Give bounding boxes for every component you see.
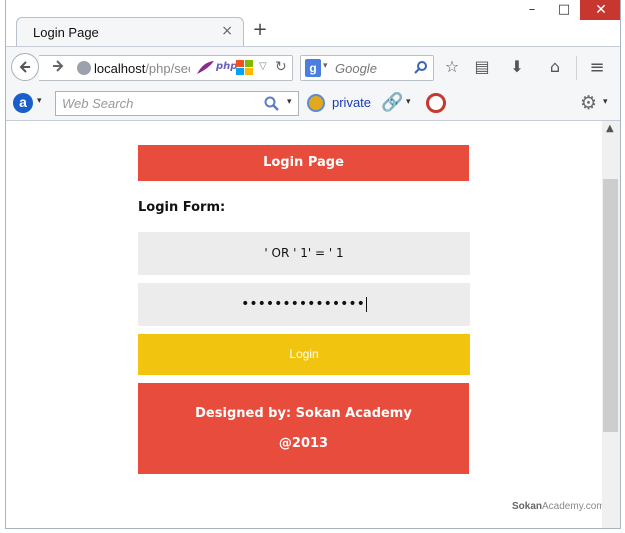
scroll-thumb[interactable]: [603, 179, 618, 432]
menu-icon[interactable]: ≡: [586, 57, 608, 79]
web-search-magnifier-icon[interactable]: [264, 96, 280, 112]
text-caret: [365, 296, 367, 312]
settings-icon[interactable]: ⚙: [580, 92, 597, 114]
close-window-button[interactable]: ✕: [580, 0, 620, 20]
password-mask: •••••••••••••••: [241, 296, 365, 312]
search-placeholder: Google: [335, 61, 377, 76]
windows-icon[interactable]: [236, 60, 254, 76]
form-title: Login Form:: [138, 200, 226, 215]
back-arrow-icon[interactable]: [11, 53, 39, 81]
link-dropdown-icon[interactable]: ▾: [406, 97, 411, 107]
toolbar-divider: [576, 56, 577, 80]
search-engine-dropdown-icon[interactable]: ▾: [323, 61, 328, 71]
minimize-button[interactable]: –: [518, 2, 546, 22]
new-tab-button[interactable]: +: [250, 19, 270, 40]
watermark-rest: Academy.com: [542, 501, 605, 512]
tab-close-icon[interactable]: ×: [221, 23, 233, 39]
link-icon[interactable]: 🔗: [381, 92, 403, 113]
web-search-placeholder: Web Search: [62, 96, 134, 111]
browser-window: Login Page × + – □ ✕ localhost/php/sec p…: [5, 0, 621, 529]
url-host: localhost: [94, 61, 146, 76]
url-path: /php/sec: [145, 61, 190, 76]
maximize-button[interactable]: □: [550, 2, 578, 22]
php-icon[interactable]: php: [216, 61, 237, 72]
search-bar[interactable]: g ▾ Google: [300, 55, 434, 81]
title-bar: Login Page × + – □ ✕: [6, 0, 620, 47]
footer-year: @2013: [278, 436, 329, 451]
watermark-bold: Sokan: [512, 501, 543, 512]
google-icon[interactable]: g: [305, 59, 321, 77]
timer-icon[interactable]: [426, 93, 446, 113]
username-field[interactable]: ' OR ' 1' = ' 1: [138, 232, 470, 275]
download-icon[interactable]: ⬇: [506, 57, 528, 79]
private-label[interactable]: private: [332, 95, 371, 110]
footer-box: Designed by: Sokan Academy @2013: [138, 383, 469, 474]
footer-designer: Designed by: Sokan Academy: [195, 406, 412, 421]
web-search-dropdown-icon[interactable]: ▾: [287, 97, 292, 107]
reader-icon[interactable]: ▤: [471, 57, 493, 79]
feather-icon[interactable]: [195, 60, 215, 76]
settings-dropdown-icon[interactable]: ▾: [603, 97, 608, 107]
login-button[interactable]: Login: [138, 334, 470, 375]
password-field[interactable]: •••••••••••••••: [138, 283, 470, 326]
globe-icon: [77, 61, 91, 75]
url-text: localhost/php/sec: [94, 61, 190, 76]
reload-icon[interactable]: ↻: [275, 59, 287, 75]
home-icon[interactable]: ⌂: [544, 57, 566, 79]
page-header: Login Page: [138, 145, 469, 181]
star-icon[interactable]: ☆: [441, 57, 463, 79]
private-icon[interactable]: [307, 94, 325, 112]
tab-title: Login Page: [33, 25, 99, 40]
page-viewport: Login Page Login Form: ' OR ' 1' = ' 1 •…: [6, 121, 605, 528]
navigation-bar: localhost/php/sec php ▽ ↻ g ▾ Google ☆ ▤…: [6, 46, 620, 87]
url-dropdown-icon[interactable]: ▽: [259, 61, 267, 72]
forward-arrow-icon[interactable]: [41, 59, 65, 77]
magnifier-icon[interactable]: [414, 60, 428, 74]
ask-dropdown-icon[interactable]: ▾: [37, 96, 42, 106]
web-search-input[interactable]: Web Search: [55, 91, 299, 116]
watermark: SokanAcademy.com: [512, 501, 605, 512]
tab-login-page[interactable]: Login Page ×: [16, 17, 244, 47]
url-bar[interactable]: localhost/php/sec php ▽ ↻: [39, 55, 293, 81]
vertical-scrollbar[interactable]: ▲: [602, 121, 620, 528]
search-toolbar: a ▾ Web Search ▾ private 🔗 ▾ ⚙ ▾: [6, 87, 620, 121]
scroll-up-icon[interactable]: ▲: [606, 123, 614, 134]
ask-icon[interactable]: a: [13, 93, 33, 113]
